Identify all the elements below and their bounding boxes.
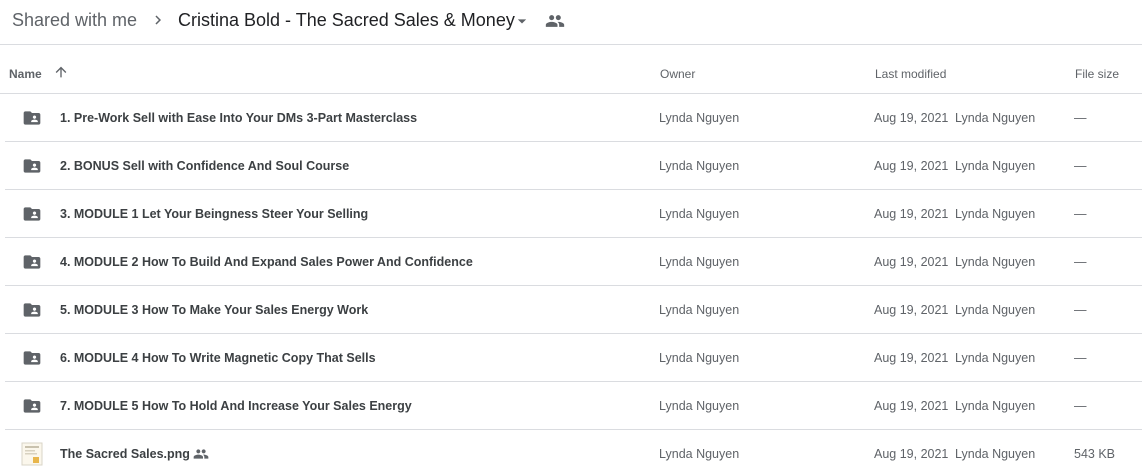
file-modified-date: Aug 19, 2021 — [874, 111, 949, 125]
file-row[interactable]: The Sacred Sales.png Lynda Nguyen Aug 19… — [5, 430, 1142, 474]
shared-folder-icon — [23, 255, 41, 269]
column-header-last-modified[interactable]: Last modified — [875, 66, 946, 82]
file-size: — — [1074, 159, 1087, 173]
shared-folder-icon — [23, 351, 41, 365]
file-name: The Sacred Sales.png — [60, 447, 190, 461]
file-modified-date: Aug 19, 2021 — [874, 207, 949, 221]
file-owner: Lynda Nguyen — [659, 399, 740, 413]
file-owner: Lynda Nguyen — [659, 447, 740, 461]
shared-people-icon — [193, 449, 209, 459]
file-name: 6. MODULE 4 How To Write Magnetic Copy T… — [60, 351, 376, 365]
file-size: 543 KB — [1074, 447, 1116, 461]
breadcrumb-shared-with-me[interactable]: Shared with me — [12, 8, 137, 32]
file-name: 4. MODULE 2 How To Build And Expand Sale… — [60, 255, 473, 269]
file-modified-date: Aug 19, 2021 — [874, 255, 949, 269]
file-size: — — [1074, 111, 1087, 125]
shared-folder-icon — [23, 111, 41, 125]
file-row[interactable]: 2. BONUS Sell with Confidence And Soul C… — [5, 142, 1142, 190]
file-modified-date: Aug 19, 2021 — [874, 159, 949, 173]
file-row[interactable]: 7. MODULE 5 How To Hold And Increase You… — [5, 382, 1142, 430]
shared-people-icon[interactable] — [545, 11, 565, 31]
file-modified-date: Aug 19, 2021 — [874, 447, 949, 461]
file-name: 5. MODULE 3 How To Make Your Sales Energ… — [60, 303, 369, 317]
file-owner: Lynda Nguyen — [659, 351, 740, 365]
column-header-row: Name Owner Last modified File size — [0, 46, 1142, 94]
file-size: — — [1074, 255, 1087, 269]
file-owner: Lynda Nguyen — [659, 111, 740, 125]
file-modified-by: Lynda Nguyen — [955, 399, 1036, 413]
column-header-file-size[interactable]: File size — [1075, 66, 1119, 82]
column-header-owner[interactable]: Owner — [660, 66, 695, 82]
file-name: 7. MODULE 5 How To Hold And Increase You… — [60, 399, 412, 413]
file-modified-by: Lynda Nguyen — [955, 351, 1036, 365]
file-modified-by: Lynda Nguyen — [955, 303, 1036, 317]
file-row[interactable]: 5. MODULE 3 How To Make Your Sales Energ… — [5, 286, 1142, 334]
image-file-icon — [21, 442, 43, 466]
shared-folder-icon — [23, 399, 41, 413]
file-size: — — [1074, 351, 1087, 365]
file-size: — — [1074, 399, 1087, 413]
file-modified-date: Aug 19, 2021 — [874, 399, 949, 413]
file-owner: Lynda Nguyen — [659, 159, 740, 173]
file-modified-by: Lynda Nguyen — [955, 255, 1036, 269]
file-size: — — [1074, 303, 1087, 317]
file-list: 1. Pre-Work Sell with Ease Into Your DMs… — [0, 94, 1142, 474]
file-row[interactable]: 3. MODULE 1 Let Your Beingness Steer You… — [5, 190, 1142, 238]
breadcrumb-current-folder[interactable]: Cristina Bold - The Sacred Sales & Money — [178, 8, 515, 32]
file-modified-by: Lynda Nguyen — [955, 447, 1036, 461]
file-size: — — [1074, 207, 1087, 221]
arrow-up-icon[interactable] — [53, 64, 69, 80]
file-row[interactable]: 1. Pre-Work Sell with Ease Into Your DMs… — [5, 94, 1142, 142]
file-modified-by: Lynda Nguyen — [955, 159, 1036, 173]
caret-down-icon[interactable] — [512, 11, 532, 31]
file-modified-date: Aug 19, 2021 — [874, 351, 949, 365]
file-modified-by: Lynda Nguyen — [955, 207, 1036, 221]
file-owner: Lynda Nguyen — [659, 255, 740, 269]
file-name: 3. MODULE 1 Let Your Beingness Steer You… — [60, 207, 369, 221]
file-owner: Lynda Nguyen — [659, 207, 740, 221]
file-row[interactable]: 6. MODULE 4 How To Write Magnetic Copy T… — [5, 334, 1142, 382]
shared-folder-icon — [23, 159, 41, 173]
file-owner: Lynda Nguyen — [659, 303, 740, 317]
file-row[interactable]: 4. MODULE 2 How To Build And Expand Sale… — [5, 238, 1142, 286]
file-modified-by: Lynda Nguyen — [955, 111, 1036, 125]
chevron-right-icon — [155, 15, 161, 25]
breadcrumb-bar: Shared with me Cristina Bold - The Sacre… — [0, 0, 1142, 45]
file-name: 2. BONUS Sell with Confidence And Soul C… — [60, 159, 350, 173]
file-name: 1. Pre-Work Sell with Ease Into Your DMs… — [60, 111, 418, 125]
shared-folder-icon — [23, 207, 41, 221]
file-modified-date: Aug 19, 2021 — [874, 303, 949, 317]
shared-folder-icon — [23, 303, 41, 317]
column-header-name[interactable]: Name — [9, 66, 42, 82]
